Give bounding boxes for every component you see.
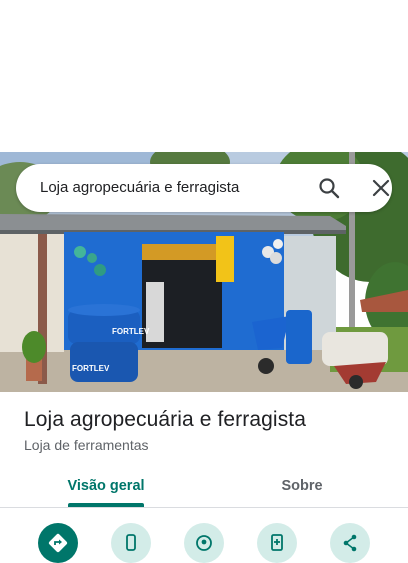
tab-overview[interactable]: Visão geral bbox=[46, 466, 166, 506]
directions-icon bbox=[48, 533, 68, 553]
close-icon[interactable] bbox=[370, 177, 392, 199]
share-icon bbox=[343, 534, 357, 552]
search-bar[interactable]: Loja agropecuária e ferragista bbox=[16, 164, 392, 212]
location-icon bbox=[196, 535, 212, 551]
directions-button[interactable] bbox=[38, 523, 78, 563]
tab-about[interactable]: Sobre bbox=[242, 466, 362, 506]
nearby-button[interactable] bbox=[184, 523, 224, 563]
save-icon bbox=[271, 534, 283, 551]
place-title: Loja agropecuária e ferragista bbox=[24, 408, 307, 431]
place-category[interactable]: Loja de ferramentas bbox=[24, 437, 149, 453]
tab-divider bbox=[0, 507, 408, 508]
search-icon[interactable] bbox=[318, 177, 340, 199]
call-button[interactable] bbox=[111, 523, 151, 563]
tab-bar: Visão geral Sobre bbox=[0, 466, 408, 508]
save-button[interactable] bbox=[257, 523, 297, 563]
tank-sign: FORTLEV bbox=[112, 327, 150, 336]
search-input[interactable]: Loja agropecuária e ferragista bbox=[40, 164, 239, 212]
tank-sign: FORTLEV bbox=[72, 364, 110, 373]
phone-icon bbox=[126, 534, 136, 551]
share-button[interactable] bbox=[330, 523, 370, 563]
